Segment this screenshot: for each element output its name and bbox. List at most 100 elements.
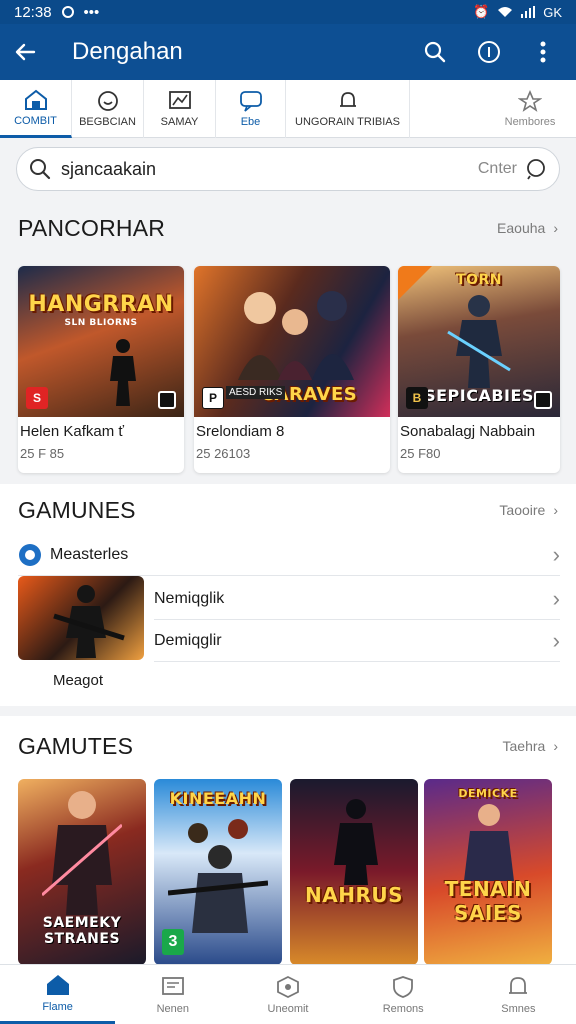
new-ribbon-icon: [398, 266, 432, 300]
heroes-group-icon: [238, 291, 354, 380]
search-input[interactable]: [61, 158, 478, 180]
game-thumbnail[interactable]: [18, 576, 144, 660]
nav-label: Uneomit: [267, 1002, 309, 1015]
game-art: HANGRRAN SLN BLIORNS S: [18, 266, 184, 417]
art-title: SAEMEKY STRANES: [42, 915, 122, 947]
game-poster[interactable]: SAEMEKY STRANES: [18, 779, 146, 965]
rating-badge: 3: [162, 929, 184, 955]
home-icon: [24, 89, 47, 110]
bell-icon: [339, 92, 356, 107]
star-icon: [518, 90, 542, 112]
section-header: GAMUTES Taehra ›: [0, 726, 576, 766]
search-icon: [424, 41, 446, 63]
info-button[interactable]: [476, 39, 502, 65]
chevron-right-icon: ›: [552, 541, 560, 567]
platform-badge: S: [26, 387, 48, 409]
chevron-right-icon: ›: [553, 502, 558, 518]
bell-icon: [509, 976, 528, 994]
tab-nembores[interactable]: Nembores: [484, 80, 576, 138]
tab-samay[interactable]: SAMAY: [144, 80, 216, 138]
nav-label: Smnes: [501, 1002, 536, 1015]
nav-remons[interactable]: Remons: [346, 965, 461, 1024]
game-card[interactable]: HANGRRAN SLN BLIORNS S Helen Kafkam ť 25…: [18, 266, 184, 473]
search-hint: Cnter: [477, 160, 517, 177]
status-time: 12:38: [14, 3, 52, 21]
list-item[interactable]: Demiqglir ›: [154, 620, 560, 662]
hexagon-icon: [277, 975, 299, 998]
card-title: Sonabalagj Nabbain: [400, 423, 536, 440]
tab-label: UNGORAIN TRIBIAS: [295, 116, 400, 128]
back-button[interactable]: [12, 39, 38, 65]
search-icon: [30, 159, 51, 180]
game-poster[interactable]: KINEEAHN 3: [154, 779, 282, 965]
more-vertical-icon: [540, 41, 546, 63]
see-all-link[interactable]: Eaouha ›: [497, 220, 558, 236]
game-art: TORN SEPICABIES B: [398, 266, 560, 417]
platform-badge: B: [406, 387, 428, 409]
section-header: GAMUNES Taooire ›: [0, 490, 576, 530]
card-meta: 25 F80: [400, 446, 441, 461]
more-notifications-icon: •••: [83, 3, 100, 21]
art-title: KINEEAHN: [169, 789, 267, 808]
list-header-label: Measterles: [50, 545, 129, 563]
list-header-row[interactable]: Measterles ›: [18, 534, 560, 576]
section-title: PANCORHAR: [18, 214, 166, 241]
nav-uneomit[interactable]: Uneomit: [230, 965, 345, 1024]
page-title: Dengahan: [72, 38, 183, 65]
art-title: TENAIN SAIES: [444, 877, 532, 925]
see-all-label: Taooire: [499, 502, 546, 518]
tab-ebe[interactable]: Ebe: [216, 80, 286, 138]
shield-icon: [393, 975, 414, 998]
overflow-menu-button[interactable]: [530, 39, 556, 65]
thumbnail-caption: Meagot: [52, 672, 104, 689]
tab-begbcian[interactable]: BEGBCIAN: [72, 80, 144, 138]
chevron-right-icon: ›: [552, 627, 560, 653]
card-title: Srelondiam 8: [196, 423, 285, 440]
card-meta: 25 F 85: [20, 446, 65, 461]
game-poster[interactable]: DEMICKE TENAIN SAIES: [424, 779, 552, 965]
signal-icon: [521, 6, 536, 18]
game-card[interactable]: TORN SEPICABIES B Sonabalagj Nabbain 25 …: [398, 266, 560, 473]
status-bar: 12:38 ••• ⏰ GK: [0, 0, 576, 24]
tab-label: BEGBCIAN: [79, 116, 136, 128]
nav-smnes[interactable]: Smnes: [461, 965, 576, 1024]
card-title: Helen Kafkam ť: [20, 423, 125, 440]
game-poster[interactable]: NAHRUS: [290, 779, 418, 965]
info-circle-icon: [478, 41, 500, 63]
soldier-silhouette-icon: [110, 339, 136, 406]
art-subtitle: DEMICKE: [458, 787, 518, 800]
search-button[interactable]: [422, 39, 448, 65]
nav-home[interactable]: Flame: [0, 965, 116, 1024]
bottom-navigation: Flame Nenen Uneomit Remons Smnes: [0, 964, 576, 1024]
tab-label: SAMAY: [160, 116, 199, 128]
list-item-label: Nemiqglik: [154, 589, 225, 607]
tab-ungorain-tribias[interactable]: UNGORAIN TRIBIAS: [286, 80, 410, 138]
notification-icon: [61, 6, 74, 18]
game-art: CARAVES AESD RIKS P: [194, 266, 390, 417]
tab-combit[interactable]: COMBIT: [0, 80, 72, 138]
wifi-icon: [498, 7, 513, 17]
soldier-squad-icon: [168, 819, 268, 933]
art-title: HANGRRAN: [28, 292, 174, 317]
tab-label: Nembores: [504, 116, 556, 128]
art-subtitle: AESD RIKS: [226, 386, 286, 399]
armored-knight-icon: [447, 295, 511, 388]
chat-bubble-icon: [239, 91, 262, 112]
nav-label: Remons: [382, 1002, 424, 1015]
alarm-icon: ⏰: [473, 4, 490, 19]
chevron-right-icon: ›: [553, 220, 558, 236]
corner-icon: [534, 391, 552, 409]
game-card[interactable]: CARAVES AESD RIKS P Srelondiam 8 25 2610…: [194, 266, 390, 473]
voice-search-icon[interactable]: [525, 158, 547, 180]
nav-label: Nenen: [156, 1002, 190, 1015]
category-tabs: COMBIT BEGBCIAN SAMAY Ebe UNGORAIN TRIBI…: [0, 80, 576, 138]
see-all-label: Eaouha: [497, 220, 546, 236]
see-all-link[interactable]: Taehra ›: [503, 738, 558, 754]
search-bar: Cnter: [16, 147, 560, 191]
nav-nenen[interactable]: Nenen: [115, 965, 230, 1024]
tab-label: COMBIT: [14, 114, 57, 127]
see-all-link[interactable]: Taooire ›: [499, 502, 558, 518]
list-item[interactable]: Nemiqglik ›: [154, 578, 560, 620]
gunner-silhouette-icon: [53, 585, 125, 658]
arrow-left-icon: [15, 43, 36, 61]
